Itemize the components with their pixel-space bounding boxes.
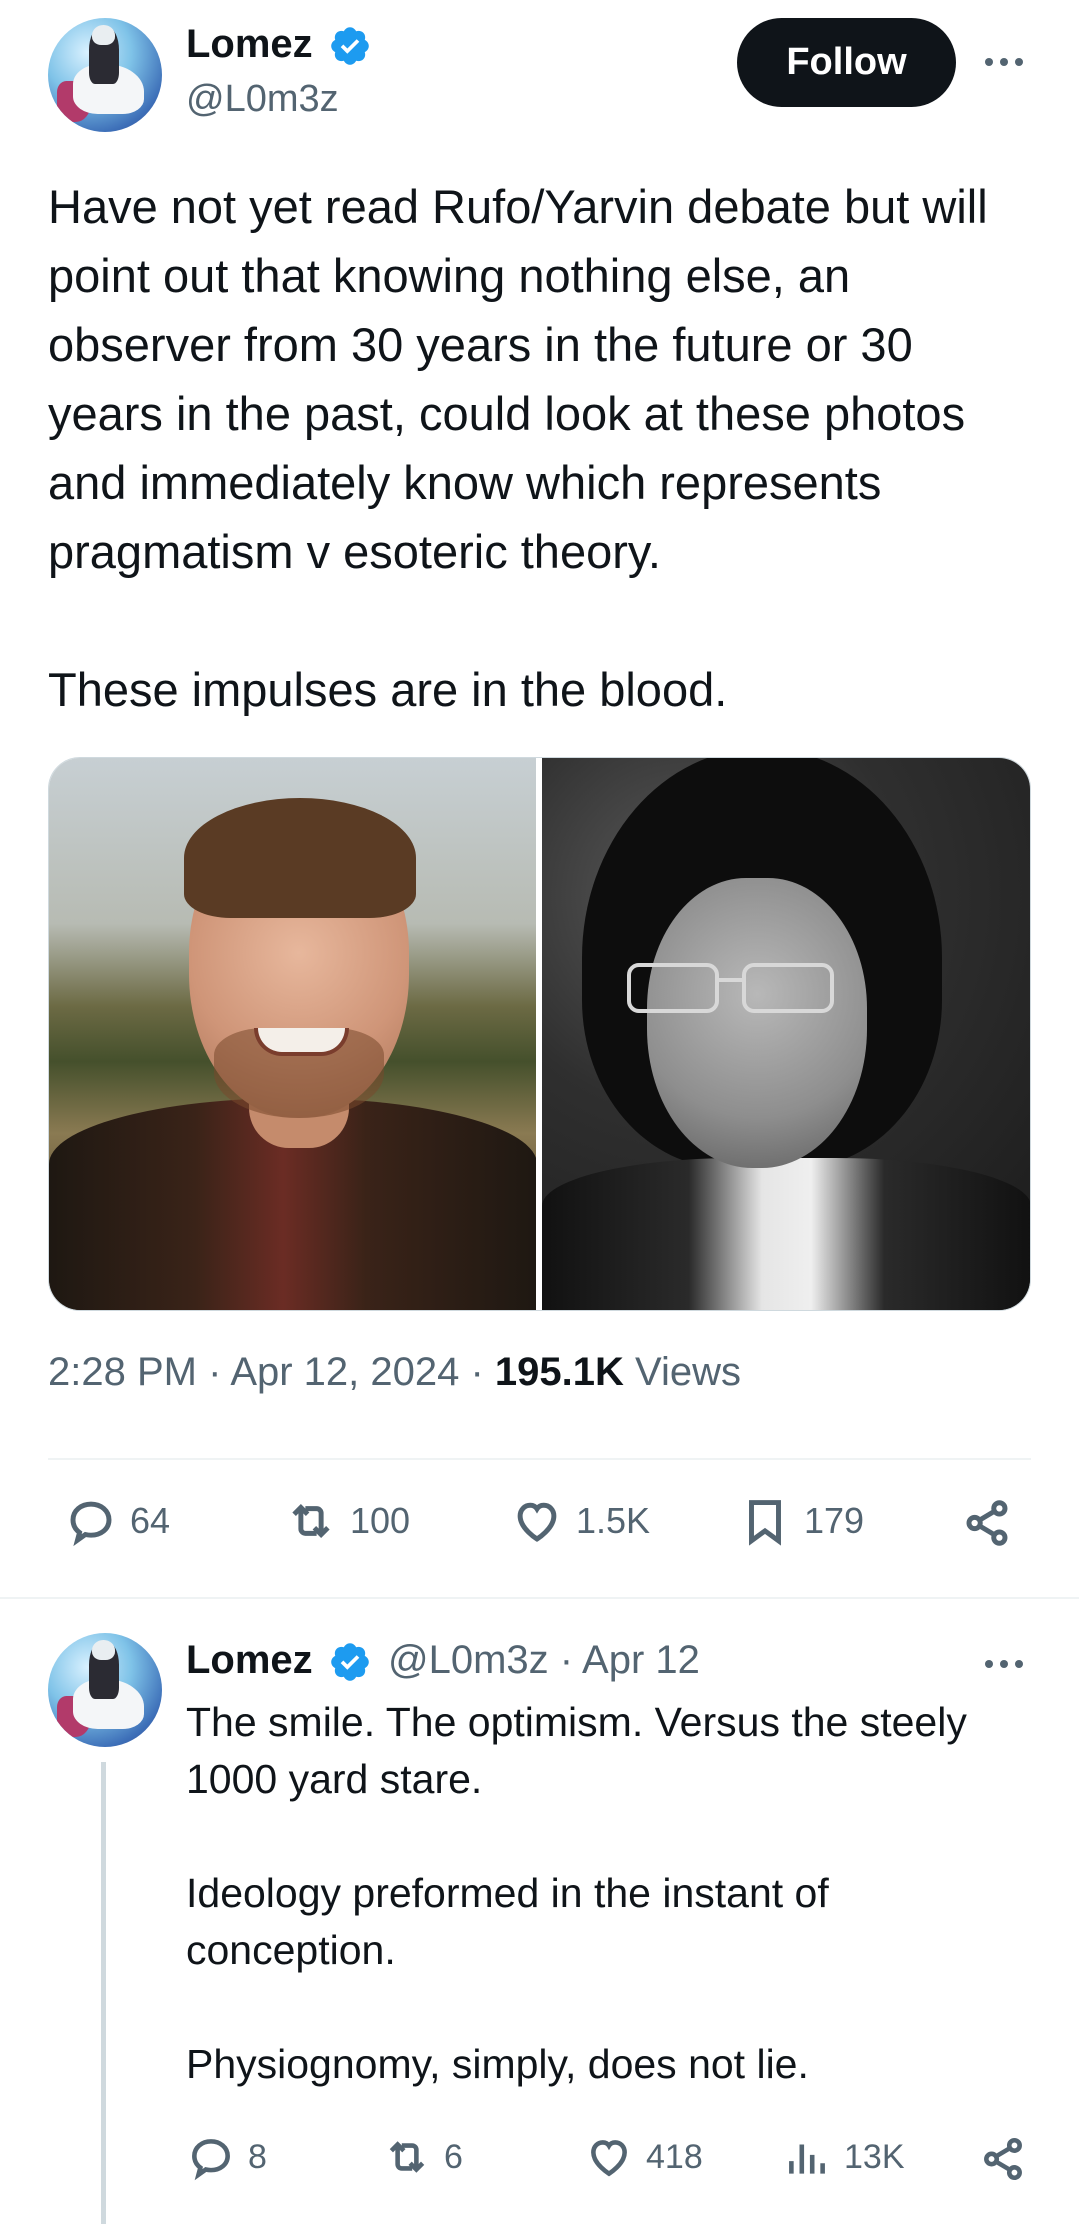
like-button[interactable]: 1.5K xyxy=(510,1494,650,1548)
reply-count: 8 xyxy=(248,2137,267,2176)
bookmark-count: 179 xyxy=(804,1500,865,1541)
reply-author-avatar[interactable] xyxy=(48,1633,162,1747)
thread-line xyxy=(101,1762,106,2224)
reply-icon xyxy=(192,2139,230,2181)
divider xyxy=(48,1458,1031,1460)
like-icon xyxy=(591,2140,627,2177)
more-icon[interactable] xyxy=(985,58,1023,66)
verified-badge-icon xyxy=(331,1643,369,1681)
bookmark-icon xyxy=(749,1500,781,1546)
photo-subject-face xyxy=(647,878,867,1168)
reply-meta: @L0m3z · Apr 12 xyxy=(388,1638,700,1682)
repost-count: 100 xyxy=(350,1500,411,1541)
reply-button[interactable]: 8 xyxy=(186,2132,267,2182)
follow-button[interactable]: Follow xyxy=(737,18,956,107)
like-icon xyxy=(517,1502,557,1542)
share-icon xyxy=(984,2137,1022,2181)
reply-date[interactable]: Apr 12 xyxy=(582,1638,700,1682)
glasses-left-lens xyxy=(627,963,719,1013)
bookmark-button[interactable]: 179 xyxy=(738,1494,864,1548)
reply-count: 64 xyxy=(130,1500,171,1541)
tweet-text: Have not yet read Rufo/Yarvin debate but… xyxy=(48,180,988,716)
reply-icon xyxy=(70,1501,112,1547)
author-handle[interactable]: @L0m3z xyxy=(186,78,339,121)
views-label: Views xyxy=(635,1350,742,1394)
reply-button[interactable]: 64 xyxy=(64,1494,170,1548)
like-count: 1.5K xyxy=(576,1500,651,1541)
photo-left[interactable] xyxy=(49,758,536,1310)
views-count: 13K xyxy=(844,2137,905,2176)
like-count: 418 xyxy=(646,2137,703,2176)
repost-icon xyxy=(389,2141,425,2173)
more-icon[interactable] xyxy=(985,1660,1023,1668)
photo-subject-smile xyxy=(254,1028,349,1056)
share-button[interactable] xyxy=(960,1496,1014,1550)
views-icon xyxy=(789,2144,825,2174)
photo-subject-body xyxy=(542,1158,1030,1310)
photo-subject-hair xyxy=(184,798,416,918)
reply-author-name[interactable]: Lomez xyxy=(186,1638,313,1683)
tweet-date[interactable]: Apr 12, 2024 xyxy=(230,1350,459,1394)
views-button[interactable]: 13K xyxy=(782,2132,905,2182)
author-name[interactable]: Lomez xyxy=(186,22,313,67)
avatar-skull xyxy=(92,1639,116,1661)
repost-icon xyxy=(292,1503,330,1539)
tweet-time[interactable]: 2:28 PM xyxy=(48,1350,197,1394)
photo-right[interactable] xyxy=(542,758,1030,1310)
glasses-bridge xyxy=(716,978,746,982)
share-icon xyxy=(966,1500,1008,1546)
share-button[interactable] xyxy=(978,2134,1028,2184)
tweet-media xyxy=(48,757,1031,1311)
views-count: 195.1K xyxy=(494,1350,624,1394)
repost-button[interactable]: 6 xyxy=(382,2132,463,2182)
verified-badge-icon xyxy=(331,27,369,65)
repost-button[interactable]: 100 xyxy=(284,1494,410,1548)
repost-count: 6 xyxy=(444,2137,463,2176)
reply-handle[interactable]: @L0m3z xyxy=(388,1638,549,1682)
divider xyxy=(0,1597,1079,1599)
tweet-timestamp[interactable]: 2:28 PM · Apr 12, 2024 · 195.1K Views xyxy=(48,1350,741,1395)
like-button[interactable]: 418 xyxy=(584,2132,703,2182)
reply-text: The smile. The optimism. Versus the stee… xyxy=(186,1699,967,2087)
avatar-skull xyxy=(92,24,116,46)
author-avatar[interactable] xyxy=(48,18,162,132)
glasses-right-lens xyxy=(742,963,834,1013)
